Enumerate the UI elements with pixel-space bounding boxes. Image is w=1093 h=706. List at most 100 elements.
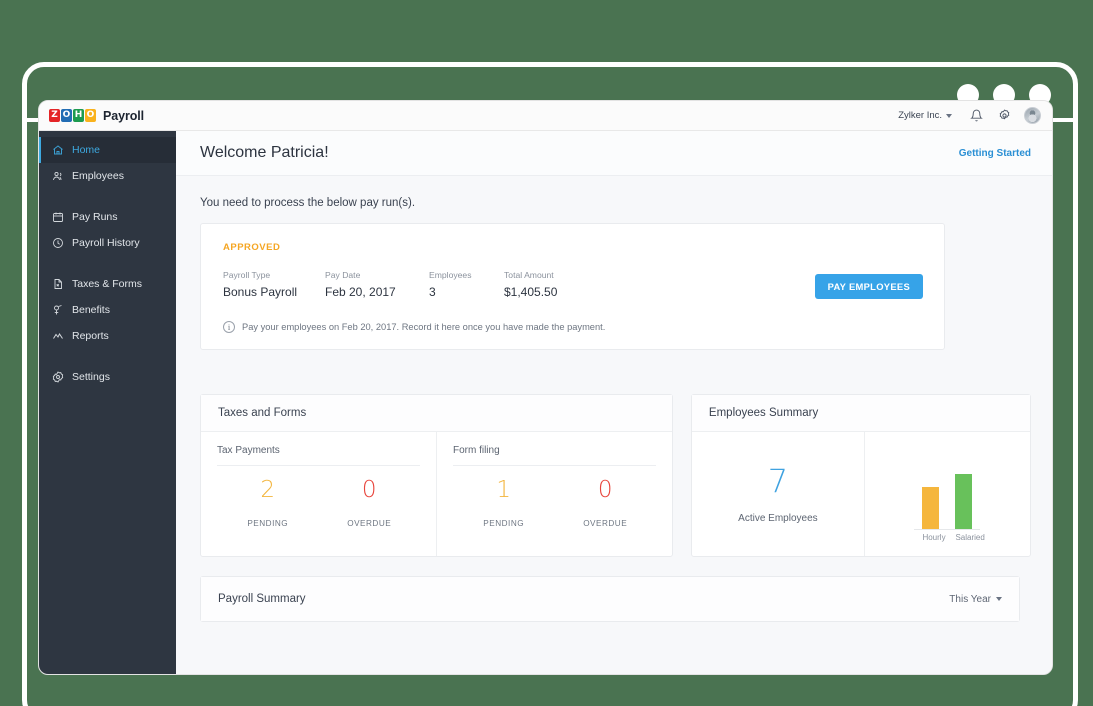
app-body: Home Employees Pay Runs Payroll History … bbox=[39, 131, 1052, 674]
chart-area: Hourly Salaried bbox=[914, 474, 985, 542]
clock-icon bbox=[51, 237, 64, 250]
sidebar-item-label-pay-runs: Pay Runs bbox=[72, 211, 118, 223]
status-badge: APPROVED bbox=[223, 242, 281, 253]
payrun-card: APPROVED Payroll Type Bonus Payroll Pay … bbox=[200, 223, 945, 350]
brand-logo[interactable]: Z O H O Payroll bbox=[49, 109, 144, 123]
stat-tax-pending[interactable]: 2 PENDING bbox=[217, 479, 318, 529]
settings-button[interactable] bbox=[990, 101, 1018, 131]
form-filing-group: Form filing 1 PENDING 0 OVERDUE bbox=[435, 432, 672, 556]
bar-label-hourly: Hourly bbox=[922, 533, 946, 542]
stat-pair: 1 PENDING 0 OVERDUE bbox=[453, 477, 656, 529]
chevron-down-icon bbox=[946, 113, 952, 118]
sidebar-item-reports[interactable]: Reports bbox=[39, 323, 176, 349]
payrun-field-employees: Employees 3 bbox=[429, 270, 504, 299]
stat-caption: OVERDUE bbox=[347, 519, 392, 528]
sidebar-divider-2 bbox=[39, 256, 176, 271]
avatar[interactable] bbox=[1024, 107, 1041, 124]
chevron-down-icon bbox=[996, 597, 1002, 601]
bar-column-hourly[interactable] bbox=[922, 487, 940, 529]
stat-value: 0 bbox=[361, 477, 377, 503]
chart-bars bbox=[914, 474, 981, 530]
bar-hourly bbox=[922, 487, 940, 529]
zoho-tile-h: H bbox=[73, 109, 84, 122]
employee-type-chart: Hourly Salaried bbox=[863, 432, 1030, 556]
org-switcher[interactable]: Zylker Inc. bbox=[888, 110, 962, 121]
sidebar-item-label-employees: Employees bbox=[72, 170, 124, 182]
sidebar-item-employees[interactable]: Employees bbox=[39, 163, 176, 189]
zoho-logo-icon: Z O H O bbox=[49, 109, 96, 122]
period-label: This Year bbox=[949, 593, 991, 605]
panel-title: Payroll Summary bbox=[218, 593, 306, 605]
stat-form-overdue[interactable]: 0 OVERDUE bbox=[554, 477, 655, 529]
taxes-panel-body: Tax Payments 2 PENDING 0 OVERDUE Form fi… bbox=[201, 432, 672, 556]
pay-employees-button[interactable]: PAY EMPLOYEES bbox=[814, 274, 923, 299]
chart-tick-labels: Hourly Salaried bbox=[914, 530, 984, 542]
chart-line-icon bbox=[51, 330, 64, 343]
sidebar: Home Employees Pay Runs Payroll History … bbox=[39, 131, 176, 674]
payrun-field-pay-date: Pay Date Feb 20, 2017 bbox=[325, 270, 429, 299]
zoho-tile-z: Z bbox=[49, 109, 60, 122]
page-title: Welcome Patricia! bbox=[200, 144, 329, 161]
sidebar-item-taxes-forms[interactable]: Taxes & Forms bbox=[39, 271, 176, 297]
field-value: 3 bbox=[429, 285, 436, 299]
stat-value: 0 bbox=[597, 477, 613, 503]
stat-pair: 2 PENDING 0 OVERDUE bbox=[217, 477, 420, 529]
stat-tax-overdue[interactable]: 0 OVERDUE bbox=[318, 477, 419, 529]
employees-panel-body: 7 Active Employees Hourly Salaried bbox=[692, 432, 1030, 556]
sidebar-item-label-settings: Settings bbox=[72, 371, 110, 383]
calendar-icon bbox=[51, 211, 64, 224]
group-label: Tax Payments bbox=[217, 445, 420, 466]
sidebar-item-label-home: Home bbox=[72, 144, 101, 156]
notifications-button[interactable] bbox=[962, 101, 990, 131]
sidebar-item-label-taxes-forms: Taxes & Forms bbox=[72, 278, 143, 290]
bar-salaried bbox=[955, 474, 973, 529]
panel-title: Employees Summary bbox=[708, 407, 819, 419]
active-employees-block: 7 Active Employees bbox=[692, 432, 864, 556]
sidebar-item-label-payroll-history: Payroll History bbox=[72, 237, 140, 249]
period-selector[interactable]: This Year bbox=[949, 594, 1002, 605]
payrun-hint-text: Pay your employees on Feb 20, 2017. Reco… bbox=[242, 322, 606, 332]
brand-name: Payroll bbox=[103, 108, 144, 123]
payrun-hint: i Pay your employees on Feb 20, 2017. Re… bbox=[223, 321, 924, 333]
sidebar-item-home[interactable]: Home bbox=[39, 137, 176, 163]
info-icon: i bbox=[223, 321, 235, 333]
dashboard-card-row: Taxes and Forms Tax Payments 2 PENDING 0… bbox=[200, 394, 1031, 557]
bar-column-salaried[interactable] bbox=[955, 474, 973, 529]
field-value: $1,405.50 bbox=[504, 285, 558, 299]
sidebar-item-payroll-history[interactable]: Payroll History bbox=[39, 230, 176, 256]
field-label: Pay Date bbox=[325, 270, 361, 280]
sidebar-item-pay-runs[interactable]: Pay Runs bbox=[39, 204, 176, 230]
field-value: Feb 20, 2017 bbox=[325, 285, 396, 299]
zoho-tile-o2: O bbox=[85, 109, 96, 122]
home-icon bbox=[51, 144, 64, 157]
getting-started-link[interactable]: Getting Started bbox=[959, 148, 1031, 159]
gear-icon bbox=[999, 109, 1009, 120]
main-content: Welcome Patricia! Getting Started You ne… bbox=[176, 131, 1052, 674]
welcome-bar: Welcome Patricia! Getting Started bbox=[176, 131, 1052, 176]
panel-header: Employees Summary bbox=[691, 395, 1030, 432]
app-window: Z O H O Payroll Zylker Inc. Home Employe… bbox=[38, 100, 1053, 675]
stat-form-pending[interactable]: 1 PENDING bbox=[453, 477, 554, 529]
sidebar-item-label-reports: Reports bbox=[72, 330, 109, 342]
panel-header: Payroll Summary This Year bbox=[201, 577, 1019, 621]
org-name: Zylker Inc. bbox=[898, 110, 942, 121]
payrun-field-payroll-type: Payroll Type Bonus Payroll bbox=[223, 270, 325, 299]
payrun-field-total-amount: Total Amount $1,405.50 bbox=[504, 270, 624, 299]
tax-payments-group: Tax Payments 2 PENDING 0 OVERDUE bbox=[201, 432, 436, 556]
active-employees-count: 7 bbox=[767, 461, 789, 500]
stat-value: 1 bbox=[496, 477, 512, 503]
content-scroll: You need to process the below pay run(s)… bbox=[176, 176, 1052, 674]
payroll-summary-panel: Payroll Summary This Year bbox=[200, 576, 1020, 622]
benefits-icon bbox=[51, 304, 64, 317]
stat-caption: PENDING bbox=[247, 519, 289, 528]
employees-summary-panel: Employees Summary 7 Active Employees Hou… bbox=[690, 394, 1031, 557]
sidebar-item-label-benefits: Benefits bbox=[72, 304, 110, 316]
sidebar-divider-3 bbox=[39, 349, 176, 364]
sidebar-item-benefits[interactable]: Benefits bbox=[39, 297, 176, 323]
bell-icon bbox=[969, 109, 983, 122]
field-label: Employees bbox=[429, 270, 472, 280]
document-icon bbox=[51, 278, 64, 291]
sidebar-item-settings[interactable]: Settings bbox=[39, 364, 176, 390]
stat-caption: OVERDUE bbox=[583, 519, 628, 528]
people-icon bbox=[51, 170, 64, 183]
